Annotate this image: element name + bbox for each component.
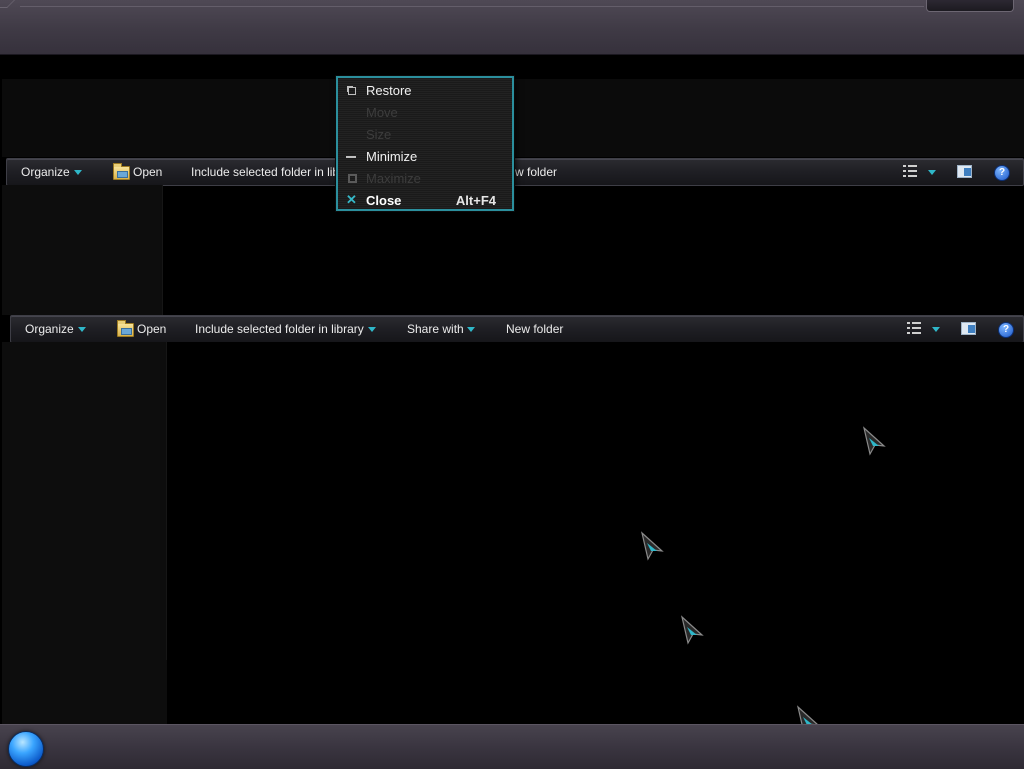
menu-item-label: Maximize bbox=[366, 171, 421, 186]
chevron-down-icon[interactable] bbox=[932, 327, 940, 332]
help-icon[interactable]: ? bbox=[998, 322, 1014, 338]
include-in-library-button[interactable]: Include selected folder in lib bbox=[191, 164, 339, 180]
new-folder-button[interactable]: New folder bbox=[506, 321, 563, 337]
folder-open-icon bbox=[117, 320, 134, 337]
organize-menu[interactable]: Organize bbox=[21, 164, 70, 180]
mouse-pointer-icon bbox=[640, 531, 666, 561]
menu-item-label: Move bbox=[366, 105, 398, 120]
organize-menu[interactable]: Organize bbox=[25, 321, 74, 337]
chevron-down-icon[interactable] bbox=[74, 170, 82, 175]
chevron-down-icon[interactable] bbox=[368, 327, 376, 332]
back-window-command-bar: Organize Open Include selected folder in… bbox=[6, 158, 1024, 186]
window-controls-notch bbox=[926, 0, 1014, 12]
chevron-down-icon[interactable] bbox=[467, 327, 475, 332]
menu-item-maximize: Maximize bbox=[338, 168, 512, 190]
menu-item-label: Size bbox=[366, 127, 392, 142]
menu-item-size: Size bbox=[338, 124, 512, 146]
chevron-down-icon[interactable] bbox=[928, 170, 936, 175]
chevron-down-icon[interactable] bbox=[78, 327, 86, 332]
menu-item-restore[interactable]: Restore bbox=[338, 80, 512, 102]
taskbar bbox=[0, 724, 1024, 769]
navigation-pane-footer bbox=[2, 660, 172, 724]
include-in-library-button[interactable]: Include selected folder in library bbox=[195, 321, 364, 337]
menu-item-label: Restore bbox=[366, 83, 412, 98]
menu-item-move: Move bbox=[338, 102, 512, 124]
open-button[interactable]: Open bbox=[133, 164, 162, 180]
share-with-button[interactable]: Share with bbox=[407, 321, 464, 337]
menu-item-label: Minimize bbox=[366, 149, 418, 164]
change-view-icon[interactable] bbox=[907, 322, 921, 335]
folder-open-icon bbox=[113, 163, 130, 180]
start-button[interactable] bbox=[8, 731, 44, 767]
help-icon[interactable]: ? bbox=[994, 165, 1010, 181]
window-title-bar[interactable] bbox=[0, 0, 1024, 55]
navigation-pane[interactable] bbox=[2, 342, 167, 660]
title-bar-corner bbox=[0, 0, 15, 8]
mouse-pointer-icon bbox=[680, 615, 706, 645]
back-window-navigation-pane bbox=[2, 185, 163, 315]
menu-item-minimize[interactable]: Minimize bbox=[338, 146, 512, 168]
window-system-menu: Restore Move Size Minimize Maximize ✕ Cl… bbox=[336, 76, 514, 211]
minimize-icon bbox=[346, 156, 356, 158]
maximize-icon bbox=[348, 174, 357, 183]
menu-item-label: Close bbox=[366, 193, 402, 208]
restore-icon bbox=[348, 87, 356, 95]
menu-item-close[interactable]: ✕ Close Alt+F4 bbox=[338, 190, 512, 212]
preview-pane-icon[interactable] bbox=[961, 322, 976, 335]
mouse-pointer-icon bbox=[862, 426, 888, 456]
file-list-area[interactable] bbox=[167, 342, 1024, 724]
new-folder-button[interactable]: w folder bbox=[515, 164, 557, 180]
menu-item-shortcut: Alt+F4 bbox=[455, 193, 496, 208]
command-bar: Organize Open Include selected folder in… bbox=[10, 315, 1024, 343]
open-button[interactable]: Open bbox=[137, 321, 166, 337]
preview-pane-icon[interactable] bbox=[957, 165, 972, 178]
title-bar-highlight bbox=[20, 6, 924, 7]
close-icon: ✕ bbox=[346, 192, 357, 207]
change-view-icon[interactable] bbox=[903, 165, 917, 178]
